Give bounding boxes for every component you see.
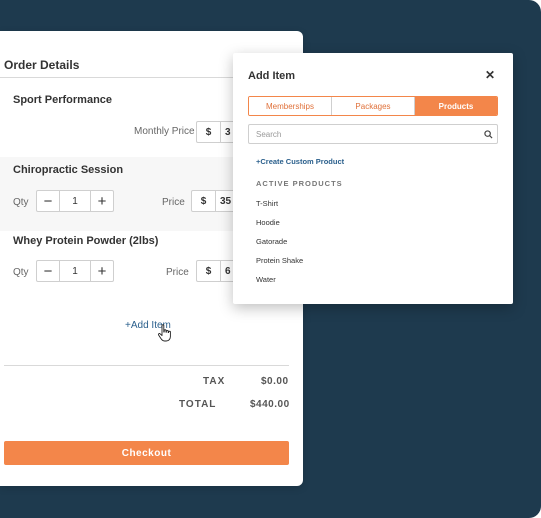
decrement-button[interactable]: − [37,261,59,281]
price-label: Price [166,267,189,278]
hand-pointer-icon [158,324,171,342]
section-heading: ACTIVE PRODUCTS [256,179,343,188]
total-label: TOTAL [179,399,217,410]
price-label: Monthly Price [134,126,195,137]
add-item-modal: Add Item ✕ Memberships Packages Products… [233,53,513,304]
tax-label: TAX [203,376,226,387]
product-item[interactable]: T-Shirt [256,199,278,208]
quantity-stepper: − 1 + [36,190,114,212]
tab-memberships[interactable]: Memberships [249,97,332,115]
currency-symbol: $ [192,191,216,211]
quantity-value[interactable]: 1 [59,191,91,211]
currency-symbol: $ [197,122,221,142]
quantity-stepper: − 1 + [36,260,114,282]
item-name: Whey Protein Powder (2lbs) [13,235,159,247]
tax-value: $0.00 [261,376,289,387]
create-custom-product-link[interactable]: +Create Custom Product [256,157,344,166]
tab-products[interactable]: Products [415,97,497,115]
search-input[interactable] [249,125,479,143]
tab-bar: Memberships Packages Products [248,96,498,116]
increment-button[interactable]: + [91,261,113,281]
decrement-button[interactable]: − [37,191,59,211]
divider [4,365,289,366]
item-name: Sport Performance [13,94,113,106]
close-icon[interactable]: ✕ [485,68,495,82]
total-value: $440.00 [250,399,290,410]
order-title: Order Details [4,58,80,72]
qty-label: Qty [13,267,29,278]
currency-symbol: $ [197,261,221,281]
checkout-button[interactable]: Checkout [4,441,289,465]
price-label: Price [162,197,185,208]
product-item[interactable]: Water [256,275,276,284]
product-item[interactable]: Protein Shake [256,256,303,265]
modal-title: Add Item [248,70,296,82]
search-field [248,124,498,144]
quantity-value[interactable]: 1 [59,261,91,281]
product-item[interactable]: Hoodie [256,218,280,227]
item-name: Chiropractic Session [13,164,124,176]
tab-packages[interactable]: Packages [332,97,415,115]
qty-label: Qty [13,197,29,208]
increment-button[interactable]: + [91,191,113,211]
search-icon[interactable] [479,125,497,143]
product-item[interactable]: Gatorade [256,237,287,246]
